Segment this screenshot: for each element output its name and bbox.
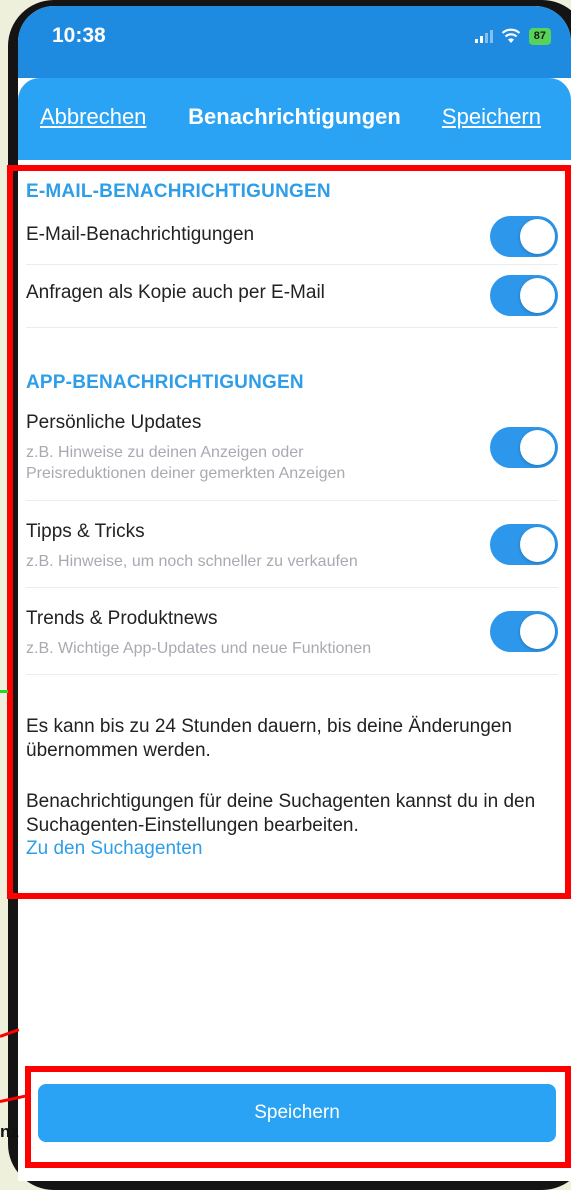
status-time: 10:38 xyxy=(52,24,106,47)
status-bar: 10:38 87 xyxy=(18,6,571,78)
save-nav-button[interactable]: Speichern xyxy=(442,104,541,130)
wifi-icon xyxy=(501,28,520,43)
signal-icon xyxy=(474,29,493,43)
battery-icon: 87 xyxy=(528,27,551,45)
edge-text-fragment: nz xyxy=(0,1122,19,1141)
status-icons: 87 xyxy=(474,26,551,46)
annotation-highlight-save xyxy=(25,1066,571,1168)
annotation-highlight-settings xyxy=(7,165,571,899)
annotation-green-mark xyxy=(0,690,8,693)
nav-bar: Abbrechen Benachrichtigungen Speichern xyxy=(18,78,571,160)
